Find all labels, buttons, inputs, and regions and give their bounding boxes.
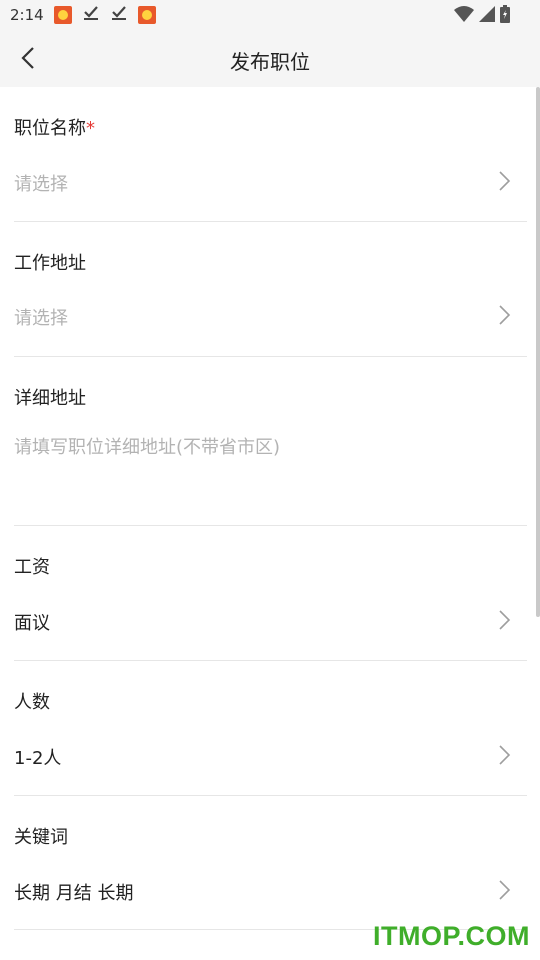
download-done-icon — [82, 4, 100, 26]
work-address-label: 工作地址 — [14, 253, 86, 274]
chevron-right-icon — [499, 305, 511, 325]
status-bar: 2:14 — [0, 0, 540, 30]
keywords-label: 关键词 — [14, 827, 68, 848]
job-title-label: 职位名称* — [14, 118, 95, 139]
work-address-placeholder: 请选择 — [14, 308, 68, 329]
wifi-icon — [454, 5, 474, 27]
status-icons — [454, 5, 510, 27]
page-title: 发布职位 — [230, 50, 310, 74]
watermark: ITMOP.COM — [372, 921, 530, 951]
detail-address-field[interactable]: 详细地址 请填写职位详细地址(不带省市区) — [14, 357, 527, 526]
work-address-field[interactable]: 工作地址 请选择 — [14, 222, 527, 357]
headcount-label: 人数 — [14, 692, 50, 713]
salary-value: 面议 — [14, 613, 50, 634]
chevron-right-icon — [499, 745, 511, 765]
detail-address-label: 详细地址 — [14, 388, 86, 409]
signal-icon — [478, 5, 496, 27]
keywords-value: 长期 月结 长期 — [14, 883, 134, 904]
status-time: 2:14 — [10, 6, 44, 24]
headcount-field[interactable]: 人数 1-2人 — [14, 661, 527, 796]
chevron-right-icon — [499, 171, 511, 191]
salary-field[interactable]: 工资 面议 — [14, 526, 527, 661]
app-notification-icon — [137, 6, 156, 24]
keywords-field[interactable]: 关键词 长期 月结 长期 — [14, 796, 527, 930]
required-mark: * — [86, 118, 95, 139]
chevron-right-icon — [499, 610, 511, 630]
download-done-icon — [110, 4, 128, 26]
scrollbar[interactable] — [536, 87, 540, 617]
job-title-placeholder: 请选择 — [14, 174, 68, 195]
detail-address-input[interactable]: 请填写职位详细地址(不带省市区) — [14, 433, 280, 459]
headcount-value: 1-2人 — [14, 748, 62, 769]
title-bar: 发布职位 — [0, 30, 540, 87]
battery-icon — [500, 5, 510, 27]
salary-label: 工资 — [14, 557, 50, 578]
app-notification-icon — [53, 6, 72, 24]
job-title-field[interactable]: 职位名称* 请选择 — [14, 87, 527, 222]
chevron-right-icon — [499, 880, 511, 900]
